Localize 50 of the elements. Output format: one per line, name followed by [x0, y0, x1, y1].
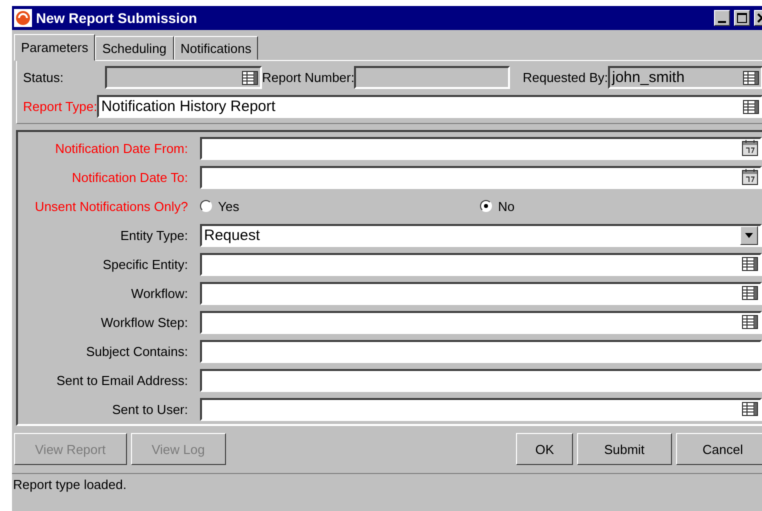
field-label: Notification Date To: — [70, 170, 188, 184]
radio-option[interactable]: Yes — [200, 198, 480, 214]
lookup-icon[interactable] — [742, 286, 758, 300]
minimize-icon — [718, 20, 726, 22]
lookup-icon[interactable] — [742, 402, 758, 416]
action-button[interactable]: Submit — [577, 433, 672, 465]
field-label: Notification Date From: — [54, 140, 188, 156]
radio-label: Yes — [218, 198, 240, 214]
radio-icon[interactable] — [480, 200, 492, 212]
field-label: Subject Contains: — [85, 344, 188, 358]
radio-option[interactable]: No — [480, 198, 760, 214]
status-message: Report type loaded. — [13, 477, 126, 492]
lookup-icon[interactable] — [743, 100, 759, 114]
field-label: Workflow Step: — [100, 314, 188, 330]
field-label: Specific Entity: — [102, 256, 188, 272]
maximize-icon — [737, 13, 747, 23]
status-label: Status: — [23, 70, 64, 85]
field-label: Unsent Notifications Only? — [34, 198, 188, 214]
radio-label: No — [498, 198, 515, 214]
action-button[interactable]: OK — [516, 433, 574, 465]
date-field[interactable] — [200, 136, 762, 160]
lookup-field[interactable] — [200, 310, 762, 334]
requested-by-label: Requested By: — [522, 70, 608, 85]
maximize-button[interactable] — [734, 10, 750, 26]
tab[interactable]: Notifications — [174, 36, 258, 60]
app-logo-icon — [14, 9, 32, 27]
tab[interactable]: Parameters — [14, 34, 96, 61]
lookup-icon[interactable] — [742, 315, 758, 329]
field-label: Entity Type: — [119, 228, 188, 242]
lookup-field[interactable] — [200, 398, 762, 420]
action-button[interactable]: Cancel — [676, 433, 762, 465]
window-title: New Report Submission — [36, 10, 198, 26]
report-type-field[interactable]: Notification History Report — [97, 95, 762, 118]
field-label: Sent to Email Address: — [55, 372, 188, 388]
lookup-field[interactable] — [200, 252, 762, 276]
dropdown-field[interactable]: Request — [200, 224, 762, 246]
tab[interactable]: Scheduling — [95, 36, 174, 60]
lookup-icon[interactable] — [742, 257, 758, 271]
text-field[interactable] — [200, 340, 762, 362]
date-field[interactable] — [200, 166, 762, 188]
report-number-label: Report Number: — [262, 70, 354, 85]
lookup-field[interactable] — [200, 282, 762, 304]
report-type-label: Report Type: — [23, 99, 98, 114]
calendar-icon[interactable] — [742, 140, 758, 156]
text-field[interactable] — [200, 368, 762, 392]
calendar-icon[interactable] — [742, 169, 758, 185]
field-label: Sent to User: — [111, 402, 188, 416]
minimize-button[interactable] — [714, 10, 730, 26]
radio-icon[interactable] — [200, 200, 212, 212]
field-label: Workflow: — [130, 286, 188, 300]
